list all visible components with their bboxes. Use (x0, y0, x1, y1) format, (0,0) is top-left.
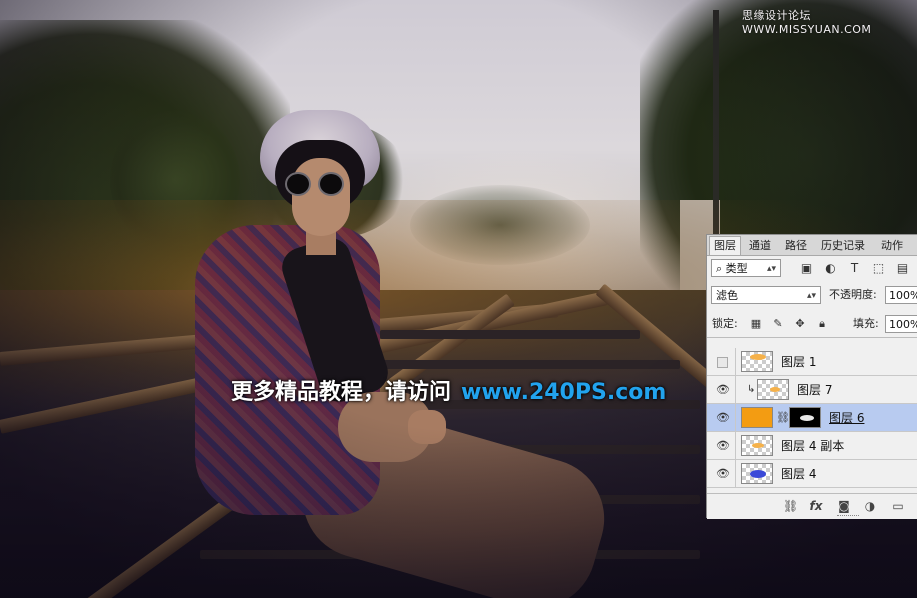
layer-name[interactable]: 图层 6 (829, 404, 864, 432)
search-icon: ⌕ (716, 262, 726, 275)
smart-object-icon[interactable]: ▤ (895, 261, 910, 276)
eye-icon[interactable]: 👁︎ (716, 468, 730, 480)
layer-name[interactable]: 图层 4 副本 (781, 432, 844, 460)
add-mask-icon[interactable]: ◙ (837, 499, 851, 513)
caption-url[interactable]: www.240PS.com (461, 380, 666, 405)
layers-panel: 图层 通道 路径 历史记录 动作 ⌕ 类型 ▴▾ ▣ ◐ T ⬚ ▤ 滤色 ▴▾… (706, 234, 917, 519)
eye-icon[interactable]: 👁︎ (716, 384, 730, 396)
thumbnail-content (752, 443, 764, 448)
divider (735, 432, 736, 460)
resize-grip[interactable] (837, 515, 859, 519)
fx-icon[interactable]: fx (809, 499, 823, 513)
divider (735, 460, 736, 488)
blend-mode-label: 滤色 (716, 289, 738, 302)
layer-row-selected[interactable]: 👁︎ ⛓︎ 图层 6 (707, 404, 917, 432)
layers-list: 图层 1 👁︎ ↳ 图层 7 👁︎ ⛓︎ 图层 6 👁︎ 图层 4 副本 👁︎ … (707, 337, 917, 494)
tab-channels[interactable]: 通道 (745, 237, 775, 255)
divider (735, 404, 736, 432)
tab-actions[interactable]: 动作 (877, 237, 907, 255)
link-layers-icon[interactable]: ⛓︎ (783, 499, 798, 513)
caption-text: 更多精品教程，请访问 (231, 380, 452, 405)
adjustment-layer-icon[interactable]: ◑ (863, 499, 877, 513)
lock-pixels-icon[interactable]: ✎ (771, 317, 785, 331)
visibility-toggle[interactable] (717, 357, 728, 368)
layer-row[interactable]: 图层 1 (707, 348, 917, 376)
fill-label: 填充: (853, 317, 879, 330)
divider (735, 348, 736, 376)
layer-row[interactable]: 👁︎ 图层 4 (707, 460, 917, 488)
filter-row: ⌕ 类型 ▴▾ ▣ ◐ T ⬚ ▤ (707, 259, 917, 279)
layer-name[interactable]: 图层 7 (797, 376, 832, 404)
tab-history[interactable]: 历史记录 (817, 237, 869, 255)
lock-position-icon[interactable]: ✥ (793, 317, 807, 331)
layer-thumbnail (757, 379, 789, 400)
chain-link-icon[interactable]: ⛓︎ (776, 411, 790, 424)
tab-paths[interactable]: 路径 (781, 237, 811, 255)
clip-arrow-icon: ↳ (747, 384, 756, 395)
thumbnail-content (750, 470, 766, 478)
tab-layers[interactable]: 图层 (709, 236, 741, 255)
layer-row[interactable]: 👁︎ ↳ 图层 7 (707, 376, 917, 404)
layer-row[interactable]: 👁︎ 图层 4 副本 (707, 432, 917, 460)
panel-footer: ⛓︎ fx ◙ ◑ ▭ (707, 493, 917, 519)
thumbnail-content (750, 354, 766, 360)
fill-field[interactable]: 100% (885, 315, 917, 333)
new-group-icon[interactable]: ▭ (891, 499, 905, 513)
tutorial-caption: 更多精品教程，请访问 www.240PS.com (231, 374, 666, 406)
shape-icon[interactable]: ⬚ (871, 261, 886, 276)
filter-kind-label: 类型 (725, 262, 748, 275)
blend-mode-select[interactable]: 滤色 ▴▾ (711, 286, 821, 304)
type-icon[interactable]: T (847, 261, 862, 276)
filter-kind-select[interactable]: ⌕ 类型 ▴▾ (711, 259, 781, 277)
adjustment-icon[interactable]: ◐ (823, 261, 838, 276)
divider (735, 376, 736, 404)
layer-name[interactable]: 图层 4 (781, 460, 816, 488)
eye-icon[interactable]: 👁︎ (716, 412, 730, 424)
chevron-down-icon: ▴▾ (766, 264, 776, 274)
opacity-label: 不透明度: (829, 288, 877, 301)
lock-row: 锁定: ▦ ✎ ✥ 🔒︎ 填充: 100% (707, 315, 917, 335)
image-icon[interactable]: ▣ (799, 261, 814, 276)
chevron-down-icon: ▴▾ (806, 291, 816, 301)
layer-thumbnail (741, 351, 773, 372)
lock-all-icon[interactable]: 🔒︎ (815, 317, 829, 331)
layer-thumbnail (741, 463, 773, 484)
lock-transparent-icon[interactable]: ▦ (749, 317, 763, 331)
eye-icon[interactable]: 👁︎ (716, 440, 730, 452)
lock-label: 锁定: (712, 317, 738, 330)
mask-thumbnail[interactable] (789, 407, 821, 428)
site-watermark: 思缘设计论坛 WWW.MISSYUAN.COM (742, 9, 872, 36)
blend-row: 滤色 ▴▾ 不透明度: 100% (707, 286, 917, 306)
panel-tabs: 图层 通道 路径 历史记录 动作 (707, 235, 917, 256)
thumbnail-content (770, 387, 780, 392)
mask-content (800, 415, 814, 421)
fill-thumbnail (741, 407, 773, 428)
opacity-field[interactable]: 100% (885, 286, 917, 304)
layer-thumbnail (741, 435, 773, 456)
layer-name[interactable]: 图层 1 (781, 348, 816, 376)
